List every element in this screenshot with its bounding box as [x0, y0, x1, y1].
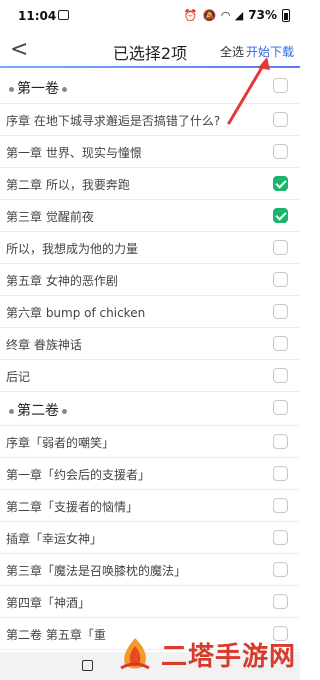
volume-title: 第一卷 — [6, 78, 70, 98]
volume-header-row[interactable]: 第二卷 — [0, 392, 300, 426]
volume-header-row[interactable]: 第一卷 — [0, 70, 300, 104]
checkbox-checked[interactable] — [273, 208, 288, 223]
chapter-title: 第四章「神酒」 — [6, 596, 91, 610]
chapter-title: 第一章「约会后的支援者」 — [6, 468, 151, 482]
bullet-dot-icon — [62, 86, 67, 92]
checkbox-unchecked[interactable] — [273, 466, 288, 481]
chapter-row[interactable]: 序章「弱者的嘲笑」 — [0, 426, 300, 458]
chapter-row[interactable]: 序章 在地下城寻求邂逅是否搞错了什么? — [0, 104, 300, 136]
chapter-title: 序章 在地下城寻求邂逅是否搞错了什么? — [6, 114, 221, 128]
start-download-button[interactable]: 开始下载 — [246, 43, 294, 60]
volume-label: 第一卷 — [17, 81, 59, 97]
checkbox-checked[interactable] — [273, 176, 288, 191]
chapter-row[interactable]: 第六章 bump of chicken — [0, 296, 300, 328]
chapter-title: 第三章 觉醒前夜 — [6, 210, 94, 224]
checkbox-unchecked[interactable] — [273, 562, 288, 577]
chapter-title: 第六章 bump of chicken — [6, 306, 146, 320]
chapter-title: 后记 — [6, 370, 31, 384]
chapter-row[interactable]: 第一章「约会后的支援者」 — [0, 458, 300, 490]
checkbox-unchecked[interactable] — [273, 594, 288, 609]
status-bar: 11:04 ⏰ 🔕 ◠ ◢ 73% — [0, 0, 300, 32]
status-icons: ⏰ 🔕 ◠ ◢ 73% — [184, 8, 290, 22]
mute-icon: 🔕 — [202, 8, 217, 22]
chapter-row[interactable]: 插章「幸运女神」 — [0, 522, 300, 554]
checkbox-unchecked[interactable] — [273, 304, 288, 319]
checkbox-unchecked[interactable] — [273, 498, 288, 513]
checkbox-unchecked[interactable] — [273, 400, 288, 415]
chapter-row[interactable]: 第五章 女神的恶作剧 — [0, 264, 300, 296]
checkbox-unchecked[interactable] — [273, 78, 288, 93]
bullet-dot-icon — [9, 408, 14, 414]
battery-percent: 73% — [248, 8, 277, 22]
checkbox-unchecked[interactable] — [273, 144, 288, 159]
chapter-title: 第二卷 第五章「重 — [6, 628, 106, 642]
chapter-title: 第五章 女神的恶作剧 — [6, 274, 118, 288]
chapter-row[interactable]: 第二章「支援者的恼情」 — [0, 490, 300, 522]
chapter-row[interactable]: 终章 眷族神话 — [0, 328, 300, 360]
chapter-title: 第二章「支援者的恼情」 — [6, 500, 139, 514]
checkbox-unchecked[interactable] — [273, 336, 288, 351]
chapter-title: 第一章 世界、现实与憧憬 — [6, 146, 142, 160]
checkbox-unchecked[interactable] — [273, 434, 288, 449]
chapter-row[interactable]: 所以，我想成为他的力量 — [0, 232, 300, 264]
checkbox-unchecked[interactable] — [273, 112, 288, 127]
volume-title: 第二卷 — [6, 400, 70, 420]
recent-apps-icon[interactable] — [82, 660, 93, 671]
checkbox-unchecked[interactable] — [273, 530, 288, 545]
checkbox-unchecked[interactable] — [273, 272, 288, 287]
chapter-list: 第一卷序章 在地下城寻求邂逅是否搞错了什么? 第一章 世界、现实与憧憬 第二章 所以… — [0, 70, 300, 650]
watermark-text: 二塔手游网 — [161, 641, 297, 672]
chapter-title: 插章「幸运女神」 — [6, 532, 103, 546]
checkbox-unchecked[interactable] — [273, 240, 288, 255]
chapter-row[interactable]: 第一章 世界、现实与憧憬 — [0, 136, 300, 168]
watermark: 二塔手游网 — [115, 628, 300, 680]
top-bar: < 已选择2项 全选 开始下载 — [0, 32, 300, 68]
signal-icon: ◢ — [234, 8, 244, 22]
chapter-title: 所以，我想成为他的力量 — [6, 242, 139, 256]
header-divider — [0, 66, 300, 68]
chapter-row[interactable]: 第二章 所以，我要奔跑 — [0, 168, 300, 200]
chapter-title: 第三章「魔法是召唤膝枕的魔法」 — [6, 564, 187, 578]
watermark-logo-icon — [120, 638, 150, 670]
bullet-dot-icon — [62, 408, 67, 414]
volume-label: 第二卷 — [17, 403, 59, 419]
chapter-title: 第二章 所以，我要奔跑 — [6, 178, 130, 192]
select-all-button[interactable]: 全选 — [220, 43, 244, 60]
chapter-row[interactable]: 第三章 觉醒前夜 — [0, 200, 300, 232]
chapter-row[interactable]: 第三章「魔法是召唤膝枕的魔法」 — [0, 554, 300, 586]
bullet-dot-icon — [9, 86, 14, 92]
chapter-row[interactable]: 后记 — [0, 360, 300, 392]
status-time: 11:04 — [18, 9, 57, 23]
wifi-icon: ◠ — [221, 8, 230, 22]
chapter-row[interactable]: 第四章「神酒」 — [0, 586, 300, 618]
checkbox-unchecked[interactable] — [273, 368, 288, 383]
chapter-title: 序章「弱者的嘲笑」 — [6, 436, 115, 450]
battery-icon — [282, 8, 290, 22]
alarm-icon: ⏰ — [183, 8, 198, 22]
chapter-title: 终章 眷族神话 — [6, 338, 82, 352]
gallery-notification-icon — [58, 10, 69, 20]
